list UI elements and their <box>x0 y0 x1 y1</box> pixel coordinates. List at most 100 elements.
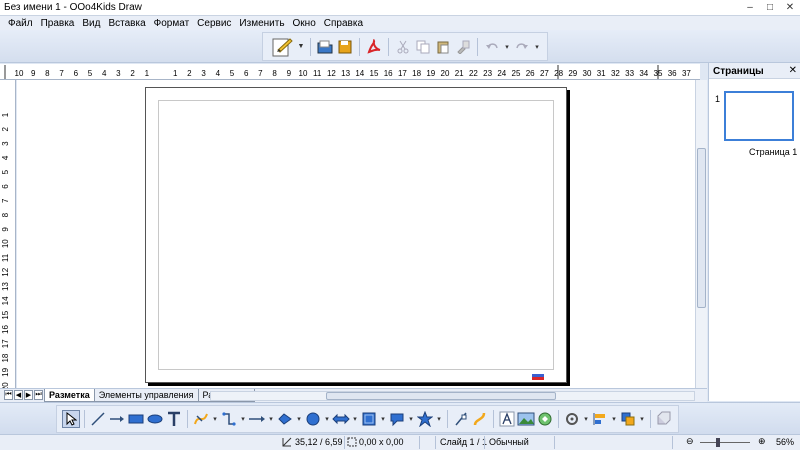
zoom-level[interactable]: 56% <box>776 437 794 447</box>
arrange-dropdown-icon[interactable]: ▾ <box>638 415 646 423</box>
text-tool-icon[interactable] <box>165 410 183 428</box>
undo-dropdown-icon[interactable]: ▾ <box>503 43 511 51</box>
arrow-line-icon[interactable] <box>108 410 126 428</box>
tab-controls[interactable]: Элементы управления <box>93 389 199 402</box>
ruler-label: 23 <box>483 69 492 78</box>
prev-tab-icon[interactable]: ◀ <box>14 390 23 400</box>
horizontal-ruler-ticks: 10 9 8 7 6 5 4 3 2 1 1 2 3 4 5 6 7 8 9 10 11 12 13 14 15 16 17 18 19… <box>4 65 691 79</box>
menu-insert[interactable]: Вставка <box>104 18 149 29</box>
basic-shapes-icon[interactable] <box>276 410 294 428</box>
toolbar-separator <box>359 37 360 56</box>
symbol-shapes-dropdown-icon[interactable]: ▾ <box>323 415 331 423</box>
next-tab-icon[interactable]: ▶ <box>24 390 33 400</box>
rectangle-tool-icon[interactable] <box>127 410 145 428</box>
vertical-ruler-ticks: 1234567891011121314151617181920 <box>1 112 10 391</box>
callouts-icon[interactable] <box>388 410 406 428</box>
arrange-icon[interactable] <box>619 410 637 428</box>
connector-dropdown-icon[interactable]: ▾ <box>239 415 247 423</box>
drawing-page[interactable] <box>145 87 567 383</box>
menu-view[interactable]: Вид <box>78 18 104 29</box>
menu-edit[interactable]: Правка <box>37 18 79 29</box>
points-icon[interactable] <box>452 410 470 428</box>
fontwork-icon[interactable] <box>498 410 516 428</box>
lines-arrows-dropdown-icon[interactable]: ▾ <box>267 415 275 423</box>
menu-window[interactable]: Окно <box>289 18 320 29</box>
block-arrows-dropdown-icon[interactable]: ▾ <box>351 415 359 423</box>
gallery-icon[interactable] <box>536 410 554 428</box>
horizontal-scrollbar[interactable] <box>210 391 695 401</box>
menu-tools[interactable]: Сервис <box>193 18 235 29</box>
vertical-ruler[interactable]: 1 2 3 4 5 6 7 8 9 10 11 12 13 14 15 16 17 18 19 20 <box>0 80 16 391</box>
drawing-workspace[interactable] <box>17 80 695 388</box>
redo-icon[interactable] <box>513 38 531 56</box>
curve-dropdown-icon[interactable]: ▾ <box>211 415 219 423</box>
menu-format[interactable]: Формат <box>150 18 194 29</box>
ruler-label: 9 <box>1 227 10 232</box>
menu-file[interactable]: Файл <box>4 18 37 29</box>
open-folder-icon[interactable] <box>316 38 334 56</box>
curve-tool-icon[interactable] <box>192 410 210 428</box>
glue-points-icon[interactable] <box>471 410 489 428</box>
object-size: 0,00 x 0,00 <box>359 437 404 447</box>
save-icon[interactable] <box>336 38 354 56</box>
line-tool-icon[interactable] <box>89 410 107 428</box>
redo-dropdown-icon[interactable]: ▾ <box>533 43 541 51</box>
insert-image-icon[interactable] <box>517 410 535 428</box>
clone-formatting-icon[interactable] <box>454 38 472 56</box>
toolbar-separator <box>447 410 448 428</box>
last-tab-icon[interactable]: ⏭ <box>34 390 43 400</box>
ruler-label: 10 <box>1 239 10 248</box>
menu-help[interactable]: Справка <box>320 18 367 29</box>
rotate-icon[interactable] <box>563 410 581 428</box>
symbol-shapes-icon[interactable] <box>304 410 322 428</box>
flowchart-icon[interactable] <box>360 410 378 428</box>
maximize-button[interactable]: □ <box>764 2 776 13</box>
minimize-button[interactable]: – <box>744 2 756 13</box>
align-dropdown-icon[interactable]: ▾ <box>610 415 618 423</box>
ruler-label: 12 <box>327 69 336 78</box>
select-pointer-icon[interactable] <box>62 410 80 428</box>
callouts-dropdown-icon[interactable]: ▾ <box>407 415 415 423</box>
close-button[interactable]: ✕ <box>784 2 796 13</box>
ruler-label: 6 <box>244 69 249 78</box>
horizontal-ruler[interactable]: 10 9 8 7 6 5 4 3 2 1 1 2 3 4 5 6 7 8 9 10 11 12 13 14 15 16 17 18 19… <box>0 64 700 80</box>
page-margin-border <box>158 100 554 370</box>
pane-close-icon[interactable]: ✕ <box>789 65 797 76</box>
block-arrows-icon[interactable] <box>332 410 350 428</box>
title-bar: Без имени 1 - OOo4Kids Draw – □ ✕ <box>0 0 800 16</box>
new-dropdown-icon[interactable]: ▼ <box>297 43 305 50</box>
paste-icon[interactable] <box>434 38 452 56</box>
stars-icon[interactable] <box>416 410 434 428</box>
tab-layout[interactable]: Разметка <box>44 389 95 402</box>
zoom-in-icon[interactable]: ⊕ <box>758 436 766 447</box>
ruler-label: 1 <box>1 112 10 117</box>
first-tab-icon[interactable]: ⏮ <box>4 390 13 400</box>
slide-thumbnail[interactable] <box>724 91 794 141</box>
connector-tool-icon[interactable] <box>220 410 238 428</box>
ruler-label: 17 <box>1 339 10 348</box>
extrusion-icon[interactable] <box>655 410 673 428</box>
ruler-label: 22 <box>469 69 478 78</box>
horizontal-scrollbar-thumb[interactable] <box>326 392 556 400</box>
rotate-dropdown-icon[interactable]: ▾ <box>582 415 590 423</box>
vertical-scrollbar-thumb[interactable] <box>697 148 706 308</box>
export-pdf-icon[interactable] <box>365 38 383 56</box>
ruler-label: 12 <box>1 267 10 276</box>
zoom-out-icon[interactable]: ⊖ <box>686 436 694 447</box>
zoom-slider[interactable] <box>700 442 750 443</box>
align-icon[interactable] <box>591 410 609 428</box>
new-document-icon[interactable] <box>269 35 295 59</box>
flowchart-dropdown-icon[interactable]: ▾ <box>379 415 387 423</box>
undo-icon[interactable] <box>483 38 501 56</box>
lines-arrows-icon[interactable] <box>248 410 266 428</box>
stars-dropdown-icon[interactable]: ▾ <box>435 415 443 423</box>
ellipse-tool-icon[interactable] <box>146 410 164 428</box>
copy-icon[interactable] <box>414 38 432 56</box>
basic-shapes-dropdown-icon[interactable]: ▾ <box>295 415 303 423</box>
ruler-label: 9 <box>31 69 36 78</box>
menu-modify[interactable]: Изменить <box>235 18 288 29</box>
zoom-slider-thumb[interactable] <box>716 438 720 447</box>
ruler-label: 17 <box>398 69 407 78</box>
cut-icon[interactable] <box>394 38 412 56</box>
vertical-scrollbar[interactable] <box>695 80 707 388</box>
